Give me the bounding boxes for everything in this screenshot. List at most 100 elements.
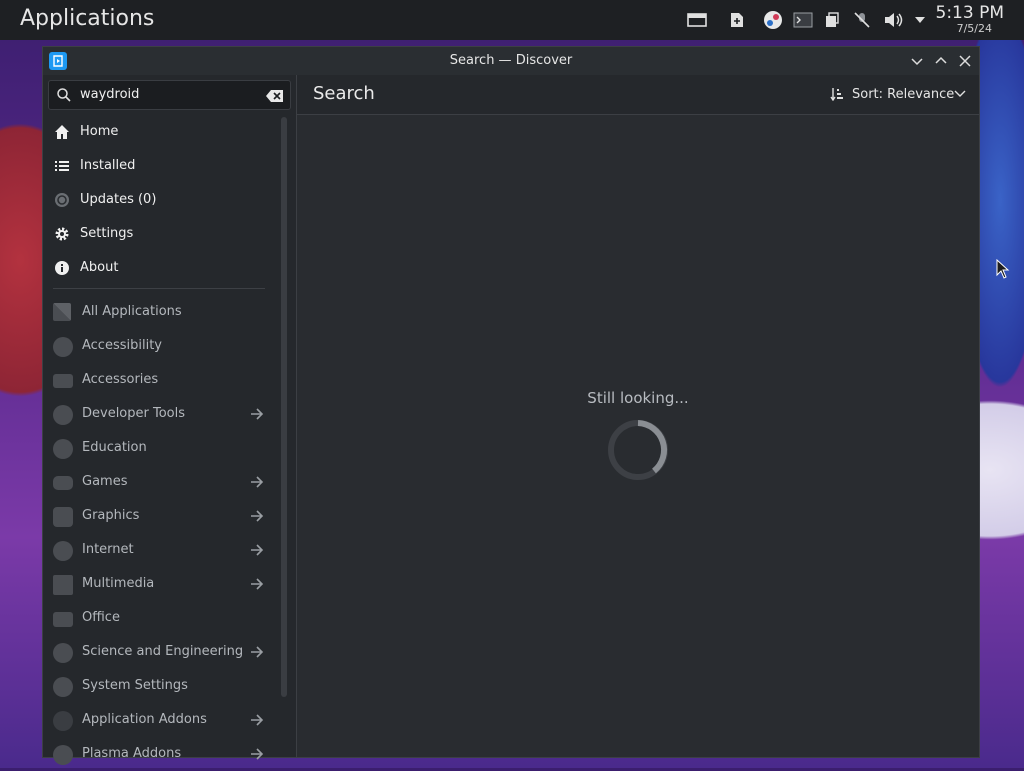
sidebar-list: Home Installed Updates (0) Settings Abou… [43,115,275,771]
category-multimedia[interactable]: Multimedia [43,567,275,601]
category-label: Multimedia [82,576,155,591]
clock-date[interactable]: 7/5/24 [957,22,992,35]
sidebar-divider [53,288,265,289]
sidebar-item-label: Home [80,124,119,139]
info-icon [55,261,69,275]
accessories-icon [53,374,73,388]
minimize-button[interactable] [909,53,925,69]
sort-dropdown[interactable]: Sort: Relevance [852,87,954,102]
main-header: Search Sort: Relevance [297,75,979,115]
category-label: Accessories [82,372,159,387]
category-office[interactable]: Office [43,601,275,635]
arrow-right-icon [251,646,264,658]
multimedia-icon [53,575,73,595]
arrow-right-icon [251,748,264,760]
top-panel: Applications 5:13 PM 7/5/24 [0,0,1024,40]
sidebar-item-label: About [80,260,119,275]
sort-icon[interactable] [830,87,844,101]
category-science-and-engineering[interactable]: Science and Engineering [43,635,275,669]
category-accessibility[interactable]: Accessibility [43,329,275,363]
loading-spinner-icon [608,420,668,480]
sidebar-item-installed[interactable]: Installed [43,149,275,183]
internet-icon [53,541,73,561]
category-system-settings[interactable]: System Settings [43,669,275,703]
category-accessories[interactable]: Accessories [43,363,275,397]
system-settings-icon [53,677,73,697]
category-developer-tools[interactable]: Developer Tools [43,397,275,431]
games-icon [53,476,73,490]
sidebar-item-label: Installed [80,158,136,173]
all-applications-icon [53,303,71,321]
category-label: System Settings [82,678,188,693]
updates-icon [55,193,69,207]
terminal-icon[interactable] [792,9,814,31]
category-label: Plasma Addons [82,746,182,761]
arrow-right-icon [251,578,264,590]
clipboard-icon[interactable] [822,9,842,31]
category-application-addons[interactable]: Application Addons [43,703,275,737]
category-all-applications[interactable]: All Applications [43,295,275,329]
clear-search-icon[interactable] [266,89,284,103]
sidebar-item-label: Settings [80,226,134,241]
document-add-icon[interactable] [728,9,746,31]
clock-time[interactable]: 5:13 PM [936,3,1005,23]
list-icon [55,161,69,171]
category-plasma-addons[interactable]: Plasma Addons [43,737,275,771]
category-label: Education [82,440,147,455]
education-icon [53,439,73,459]
category-graphics[interactable]: Graphics [43,499,275,533]
sidebar-scrollbar[interactable] [281,117,287,697]
tray-expand-icon[interactable] [912,9,928,31]
close-button[interactable] [957,53,973,69]
application-addons-icon [53,711,73,731]
arrow-right-icon [251,510,264,522]
arrow-right-icon [251,408,264,420]
window-title: Search — Discover [449,53,573,68]
developer-tools-icon [53,405,73,425]
category-internet[interactable]: Internet [43,533,275,567]
category-label: Internet [82,542,134,557]
search-field[interactable]: waydroid [48,80,291,110]
search-input[interactable]: waydroid [80,87,139,102]
sidebar: waydroid Home Installed Updates (0) Sett… [43,75,297,765]
sidebar-item-updates[interactable]: Updates (0) [43,183,275,217]
storage-icon[interactable] [686,9,708,31]
category-label: Science and Engineering [82,644,244,659]
gear-icon [55,227,69,241]
mouse-cursor-icon [996,259,1010,279]
category-label: Graphics [82,508,140,523]
category-games[interactable]: Games [43,465,275,499]
maximize-button[interactable] [933,53,949,69]
home-icon [55,125,69,139]
category-label: Games [82,474,128,489]
arrow-right-icon [251,544,264,556]
category-label: All Applications [82,304,182,319]
science-icon [53,643,73,663]
window-titlebar[interactable]: Search — Discover [43,47,979,75]
chevron-down-icon[interactable] [954,89,966,99]
page-title: Search [313,83,375,104]
sidebar-item-label: Updates (0) [80,192,157,207]
category-label: Application Addons [82,712,207,727]
category-education[interactable]: Education [43,431,275,465]
sidebar-item-settings[interactable]: Settings [43,217,275,251]
plasma-addons-icon [53,745,73,765]
main-content: Search Sort: Relevance Still looking... [297,75,979,757]
accessibility-icon [53,337,73,357]
search-icon [57,88,71,102]
mic-muted-icon[interactable] [852,9,872,31]
category-label: Accessibility [82,338,162,353]
category-label: Developer Tools [82,406,186,421]
arrow-right-icon [251,476,264,488]
discover-window: Search — Discover waydroid Home Installe… [42,46,980,765]
sidebar-item-about[interactable]: About [43,251,275,285]
graphics-icon [53,507,73,527]
sidebar-item-home[interactable]: Home [43,115,275,149]
volume-icon[interactable] [882,9,904,31]
panel-title[interactable]: Applications [20,6,154,31]
steam-icon[interactable] [762,9,784,31]
arrow-right-icon [251,714,264,726]
loading-status: Still looking... [587,389,689,407]
category-label: Office [82,610,120,625]
office-icon [53,612,73,627]
